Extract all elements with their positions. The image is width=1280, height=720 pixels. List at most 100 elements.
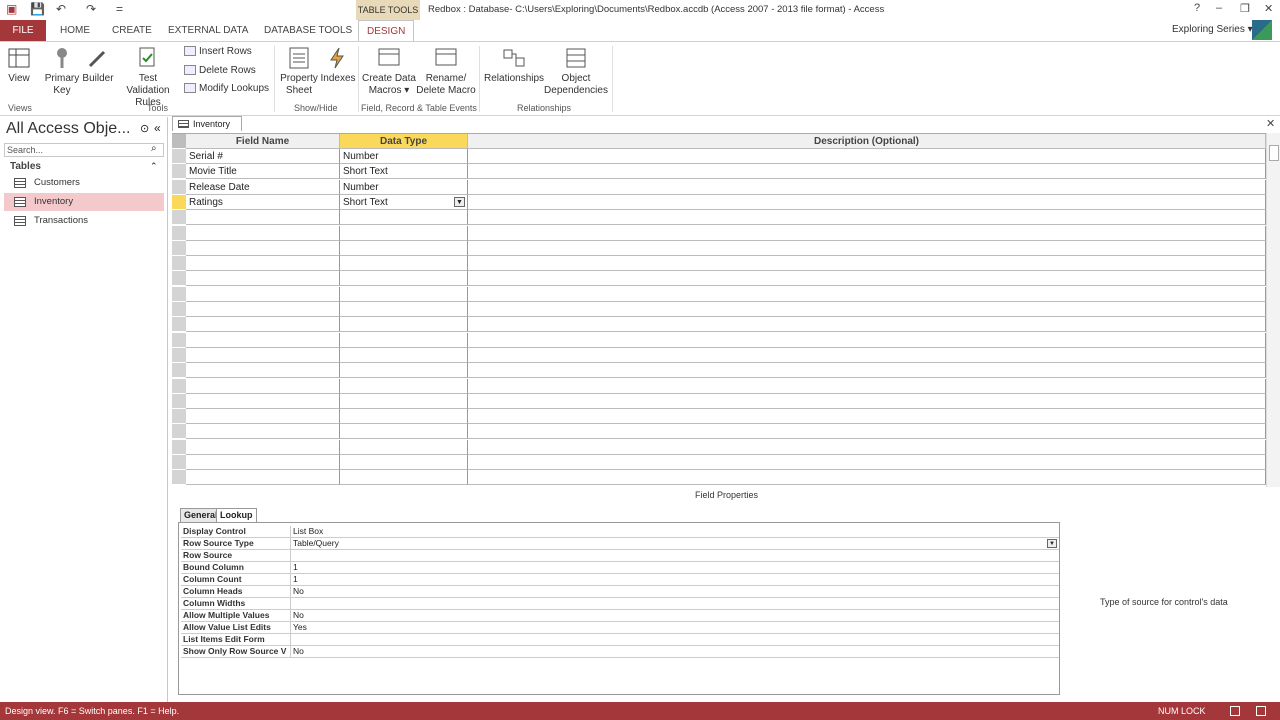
field-name-cell[interactable] [186,225,340,241]
data-type-cell[interactable]: Short Text [340,164,468,180]
data-type-cell[interactable] [340,439,468,455]
description-cell[interactable] [468,149,1266,164]
property-value[interactable]: 1 [290,562,1059,573]
property-value[interactable]: Table/Query ▼ [290,538,1059,549]
tab-external-data[interactable]: EXTERNAL DATA [160,20,256,41]
data-type-cell[interactable] [340,302,468,317]
field-name-cell[interactable]: Serial # [186,149,340,164]
row-selector[interactable] [172,393,186,409]
property-value[interactable]: Yes [290,622,1059,633]
close-button[interactable]: ✕ [1264,2,1273,15]
data-type-cell[interactable] [340,393,468,409]
tab-home[interactable]: HOME [52,20,98,41]
data-type-cell[interactable] [340,363,468,379]
restore-button[interactable]: ❐ [1240,2,1250,15]
row-selector[interactable] [172,470,186,486]
field-name-cell[interactable] [186,424,340,440]
row-selector[interactable] [172,439,186,455]
nav-menu-icon[interactable]: ⊙ [140,122,149,135]
nav-group-tables[interactable]: Tables [10,161,41,172]
row-selector[interactable] [172,179,186,195]
builder-button[interactable]: Builder [80,46,116,85]
field-name-cell[interactable]: Movie Title [186,164,340,180]
field-name-cell[interactable] [186,271,340,287]
property-value[interactable]: 1 [290,574,1059,585]
row-selector[interactable] [172,363,186,379]
data-type-cell[interactable] [340,409,468,425]
row-selector[interactable] [172,194,186,210]
property-row[interactable]: Column Widths [181,598,1059,610]
field-name-cell[interactable] [186,409,340,425]
nav-search-input[interactable]: Search... [4,143,164,157]
field-name-cell[interactable] [186,210,340,226]
tab-design[interactable]: DESIGN [358,20,415,42]
chevron-up-icon[interactable]: ⌃ [150,161,158,172]
data-type-cell[interactable] [340,378,468,394]
property-row[interactable]: Allow Multiple Values No [181,610,1059,622]
row-selector[interactable] [172,286,186,302]
data-type-cell[interactable] [340,210,468,226]
property-value[interactable]: No [290,646,1059,657]
column-header-field-name[interactable]: Field Name [186,134,340,149]
property-row[interactable]: Column Heads No [181,586,1059,598]
property-value[interactable]: List Box [290,526,1059,537]
property-value[interactable] [290,598,1059,609]
row-selector[interactable] [172,210,186,226]
test-validation-button[interactable]: Test Validation Rules [116,46,180,109]
tab-create[interactable]: CREATE [104,20,160,41]
search-icon[interactable]: ⌕ [151,143,157,154]
nav-item-customers[interactable]: Customers [4,174,164,192]
relationships-button[interactable]: Relationships [484,46,544,85]
field-name-cell[interactable] [186,470,340,486]
row-selector[interactable] [172,240,186,256]
data-type-cell[interactable] [340,332,468,348]
description-cell[interactable] [468,424,1266,440]
row-selector[interactable] [172,332,186,348]
help-button[interactable]: ? [1194,2,1200,14]
data-type-cell[interactable] [340,470,468,486]
description-cell[interactable] [468,194,1266,210]
field-name-cell[interactable] [186,302,340,317]
description-cell[interactable] [468,240,1266,256]
user-account[interactable]: Exploring Series ▾ [1172,24,1253,35]
field-name-cell[interactable] [186,455,340,470]
rename-delete-macro-button[interactable]: Rename/ Delete Macro [416,46,476,97]
column-header-data-type[interactable]: Data Type [340,134,468,149]
property-value[interactable] [290,550,1059,561]
row-selector[interactable] [172,378,186,394]
description-cell[interactable] [468,179,1266,195]
undo-icon[interactable]: ↶ [56,2,66,16]
description-cell[interactable] [468,286,1266,302]
nav-pane-title[interactable]: All Access Obje... [6,120,131,138]
description-cell[interactable] [468,332,1266,348]
chevron-down-icon[interactable]: ▼ [1047,539,1057,548]
grid-scrollbar[interactable] [1266,133,1280,487]
modify-lookups-button[interactable]: Modify Lookups [184,83,269,94]
description-cell[interactable] [468,210,1266,226]
grid-corner[interactable] [172,134,186,149]
data-type-cell[interactable] [340,240,468,256]
property-value[interactable]: No [290,610,1059,621]
nav-item-inventory[interactable]: Inventory [4,193,164,211]
row-selector[interactable] [172,256,186,272]
row-selector[interactable] [172,409,186,425]
data-type-cell[interactable] [340,347,468,363]
property-row[interactable]: Row Source [181,550,1059,562]
data-type-cell[interactable] [340,256,468,272]
tab-lookup[interactable]: Lookup [216,508,257,522]
insert-rows-button[interactable]: Insert Rows [184,46,252,57]
property-row[interactable]: Show Only Row Source V No [181,646,1059,658]
property-row[interactable]: Bound Column 1 [181,562,1059,574]
row-selector[interactable] [172,347,186,363]
datasheet-view-icon[interactable] [1230,706,1240,716]
object-dependencies-button[interactable]: Object Dependencies [544,46,608,97]
description-cell[interactable] [468,393,1266,409]
property-row[interactable]: Display Control List Box [181,526,1059,538]
property-row[interactable]: Allow Value List Edits Yes [181,622,1059,634]
collapse-icon[interactable]: « [154,121,161,135]
nav-item-transactions[interactable]: Transactions [4,212,164,230]
data-type-cell[interactable] [340,317,468,333]
description-cell[interactable] [468,164,1266,180]
create-data-macros-button[interactable]: Create Data Macros ▾ [362,46,416,97]
description-cell[interactable] [468,470,1266,486]
